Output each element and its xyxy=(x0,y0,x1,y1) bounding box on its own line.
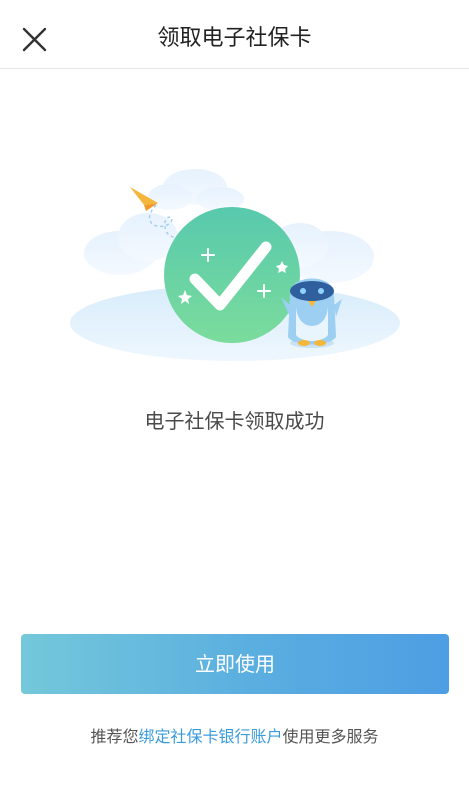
footer-prefix: 推荐您 xyxy=(90,727,139,746)
success-message: 电子社保卡领取成功 xyxy=(144,409,325,433)
bind-bank-account-link[interactable]: 绑定社保卡银行账户 xyxy=(138,727,282,746)
page-title: 领取电子社保卡 xyxy=(157,26,312,51)
use-now-button[interactable]: 立即使用 xyxy=(21,634,449,694)
success-check-icon xyxy=(164,207,300,343)
footer-recommendation: 推荐您绑定社保卡银行账户使用更多服务 xyxy=(0,723,469,751)
success-illustration xyxy=(60,165,410,365)
footer-suffix: 使用更多服务 xyxy=(282,727,379,746)
header-bar: 领取电子社保卡 xyxy=(0,0,469,69)
